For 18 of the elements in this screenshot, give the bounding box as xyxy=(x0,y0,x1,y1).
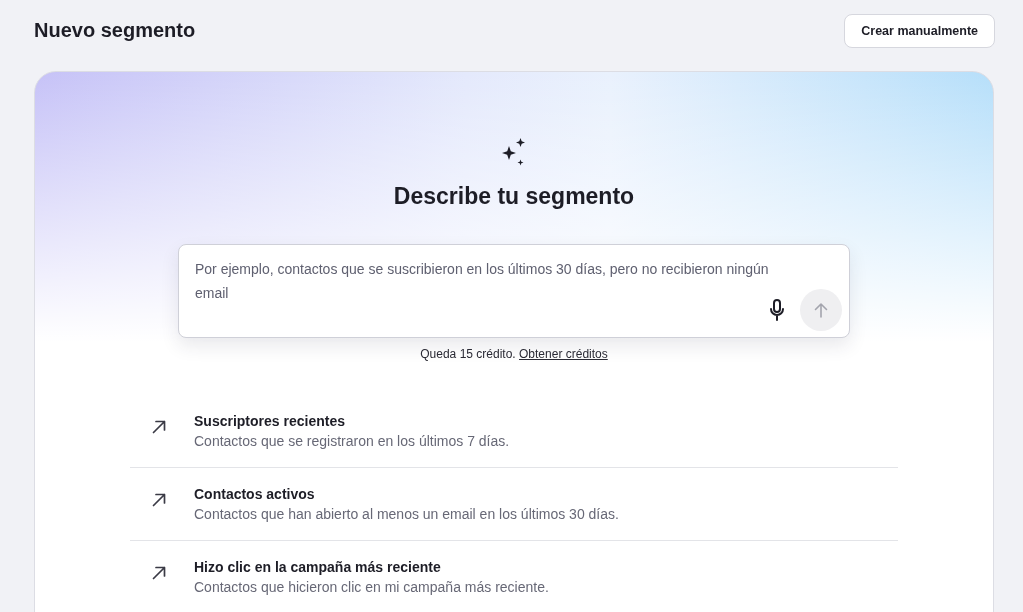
sparkle-icon xyxy=(500,138,528,168)
page-title: Nuevo segmento xyxy=(34,19,196,42)
get-credits-link[interactable]: Obtener créditos xyxy=(519,347,608,361)
diagonal-arrow-icon xyxy=(152,493,166,507)
diagonal-arrow-icon xyxy=(152,420,166,434)
suggestion-title[interactable]: Contactos activos xyxy=(194,484,898,504)
suggestion-description: Contactos que han abierto al menos un email en los últimos 30 días. xyxy=(194,505,620,524)
suggestion-description: Contactos que se registraron en los últimos 7 días. xyxy=(194,432,511,451)
suggestion-description: Contactos que hicieron clic en mi campaña más reciente. xyxy=(194,578,550,597)
up-arrow-icon xyxy=(814,302,828,318)
microphone-icon[interactable] xyxy=(770,299,784,321)
prompt-field[interactable]: Por ejemplo, contactos que se suscribieron en los últimos 30 días, pero no recibieron ningún email xyxy=(178,244,850,338)
credits-text: Queda 15 crédito. xyxy=(420,347,516,361)
suggestion-title[interactable]: Suscriptores recientes xyxy=(194,411,898,431)
diagonal-arrow-icon xyxy=(152,566,166,580)
prompt-heading: Describe tu segmento xyxy=(393,182,635,211)
suggestion-title[interactable]: Hizo clic en la campaña más reciente xyxy=(194,557,898,577)
create-manually-button[interactable]: Crear manualmente xyxy=(844,13,995,48)
